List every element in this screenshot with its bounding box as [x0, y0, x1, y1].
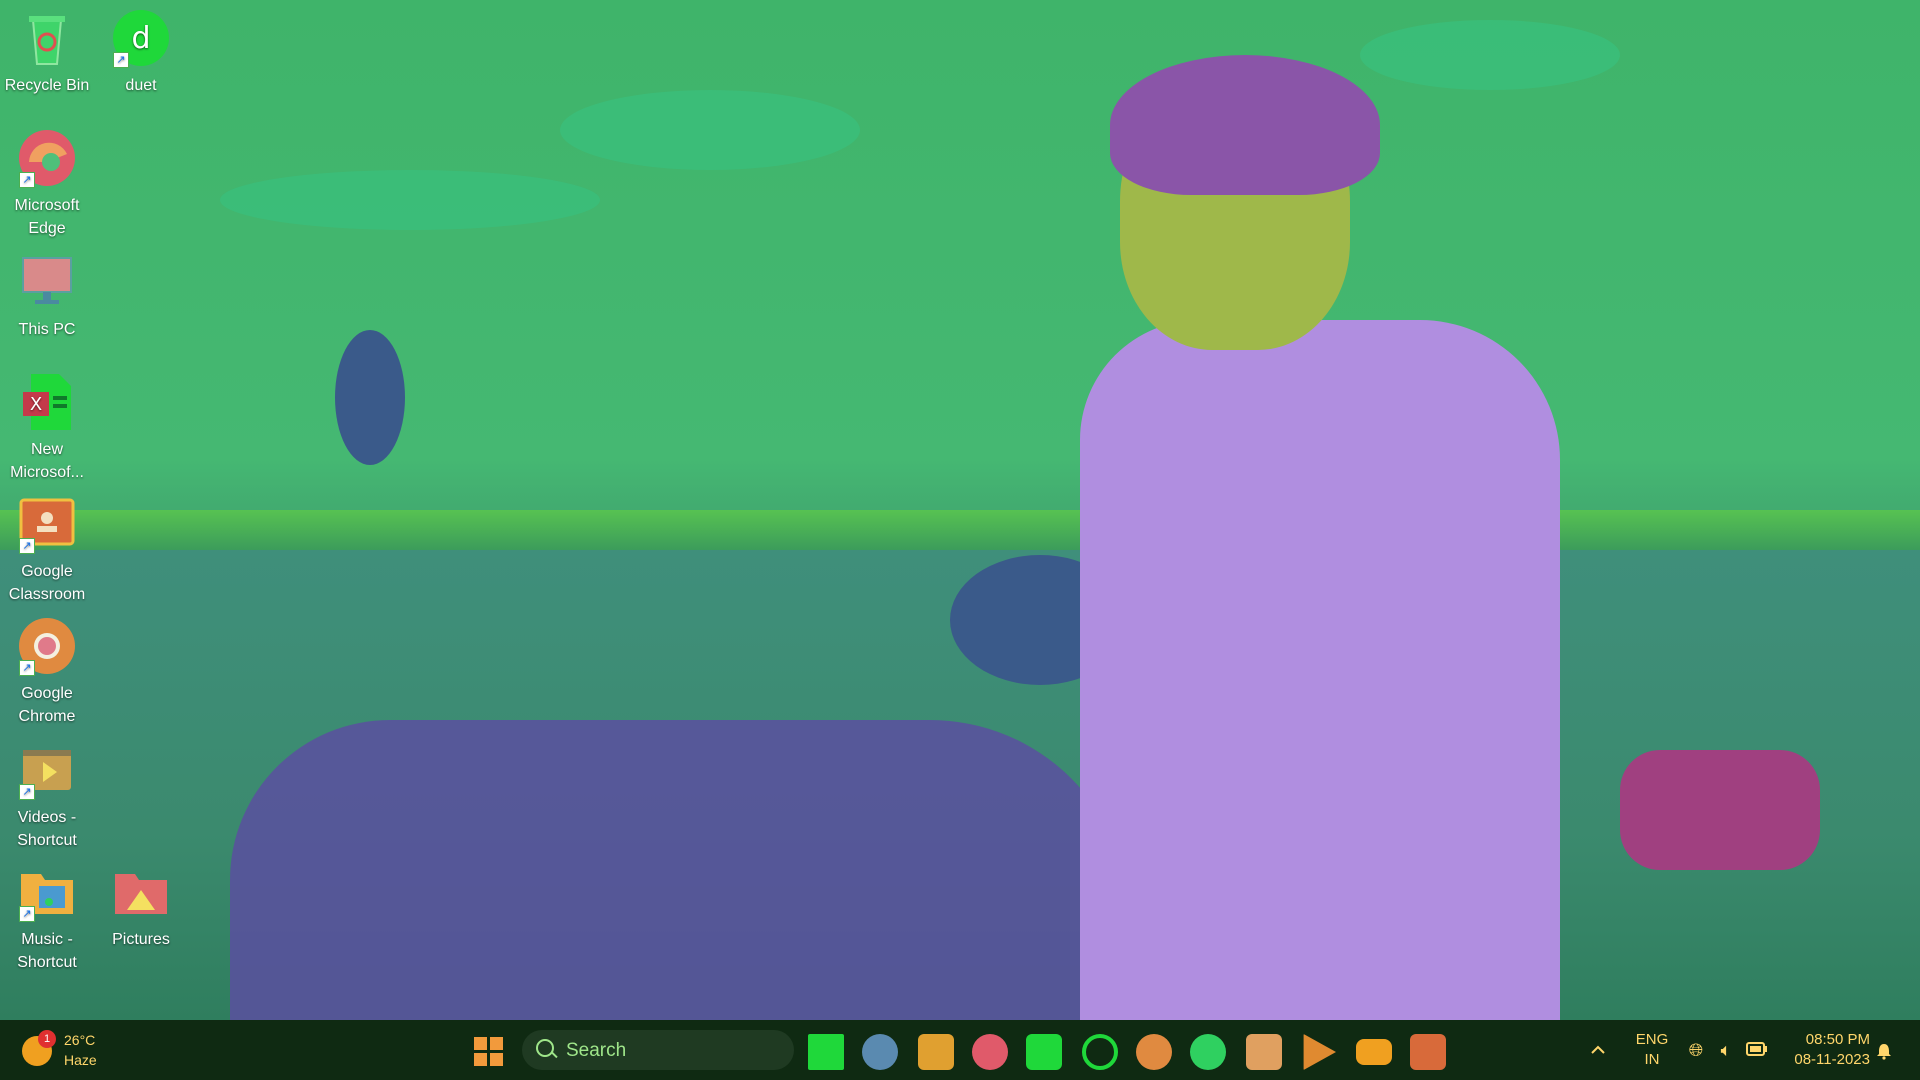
svg-text:X: X: [30, 394, 42, 415]
photos-icon[interactable]: [1082, 1034, 1118, 1070]
desktop-icon-microsoft-edge[interactable]: ↗ Microsoft Edge: [2, 128, 92, 240]
notification-bell-icon[interactable]: [1875, 1042, 1893, 1060]
desktop-icon-label: Music - Shortcut: [17, 931, 77, 971]
desktop-icon-duet[interactable]: d ↗ duet: [96, 8, 186, 97]
classroom-icon[interactable]: [1410, 1034, 1446, 1070]
clock-date: 08-11-2023: [1794, 1051, 1870, 1068]
shortcut-arrow-icon: ↗: [19, 906, 35, 922]
weather-temperature: 26°C: [64, 1032, 96, 1048]
whatsapp-icon[interactable]: [1190, 1034, 1226, 1070]
store-icon[interactable]: [1026, 1034, 1062, 1070]
instagram-icon[interactable]: [1246, 1034, 1282, 1070]
shortcut-arrow-icon: ↗: [19, 172, 35, 188]
show-hidden-icons-chevron-icon[interactable]: [1588, 1040, 1608, 1060]
pictures-folder-icon: [111, 862, 171, 922]
task-view-icon[interactable]: [808, 1034, 844, 1070]
desktop-icon-label: Videos - Shortcut: [17, 809, 77, 849]
edge-icon: ↗: [17, 128, 77, 188]
search-icon: [536, 1039, 554, 1057]
language-indicator[interactable]: ENG IN: [1630, 1030, 1674, 1070]
monitor-icon: [17, 252, 77, 312]
desktop-icon-new-excel[interactable]: X New Microsof...: [2, 372, 92, 484]
notification-badge: 1: [38, 1030, 56, 1048]
shortcut-arrow-icon: ↗: [19, 660, 35, 676]
desktop-icon-recycle-bin[interactable]: Recycle Bin: [2, 8, 92, 97]
desktop-icon-videos-shortcut[interactable]: ↗ Videos - Shortcut: [2, 740, 92, 852]
shortcut-arrow-icon: ↗: [113, 52, 129, 68]
network-globe-icon[interactable]: 🌐︎: [1686, 1040, 1706, 1060]
desktop-icon-label: Google Classroom: [8, 563, 86, 603]
desktop-icon-label: New Microsof...: [10, 441, 84, 481]
weather-widget[interactable]: 1 26°C Haze: [22, 1030, 132, 1072]
desktop-icon-label: duet: [125, 77, 157, 94]
language-region: IN: [1644, 1051, 1660, 1068]
chat-icon[interactable]: [862, 1034, 898, 1070]
desktop-wallpaper: [0, 0, 1920, 1020]
battery-icon[interactable]: [1746, 1040, 1767, 1060]
start-button[interactable]: [474, 1037, 504, 1067]
desktop-icon-label: Pictures: [112, 931, 170, 948]
shortcut-arrow-icon: ↗: [19, 784, 35, 800]
duet-app-icon: d ↗: [111, 8, 171, 68]
desktop-icon-this-pc[interactable]: This PC: [2, 252, 92, 341]
chrome-icon: ↗: [17, 616, 77, 676]
desktop-icon-label: Google Chrome: [18, 685, 76, 725]
desktop-icon-google-chrome[interactable]: ↗ Google Chrome: [2, 616, 92, 728]
windows-logo-icon: [474, 1037, 487, 1050]
desktop-icon-label: Microsoft Edge: [14, 197, 80, 237]
file-explorer-icon[interactable]: [918, 1034, 954, 1070]
excel-file-icon: X: [17, 372, 77, 432]
desktop-icon-music-shortcut[interactable]: ↗ Music - Shortcut: [2, 862, 92, 974]
edge-icon[interactable]: [972, 1034, 1008, 1070]
language-code: ENG: [1635, 1031, 1669, 1048]
videos-folder-icon: ↗: [17, 740, 77, 800]
svg-text:d: d: [131, 21, 150, 56]
youtube-icon[interactable]: [1356, 1039, 1392, 1065]
shortcut-arrow-icon: ↗: [19, 538, 35, 554]
taskbar-clock[interactable]: 08:50 PM 08-11-2023: [1780, 1030, 1870, 1070]
taskbar-search[interactable]: Search: [522, 1030, 794, 1070]
desktop-icon-pictures[interactable]: Pictures: [96, 862, 186, 951]
desktop-icon-google-classroom[interactable]: ↗ Google Classroom: [2, 494, 92, 606]
weather-condition: Haze: [64, 1052, 97, 1068]
desktop-icon-label: This PC: [18, 321, 76, 338]
search-placeholder: Search: [566, 1040, 627, 1061]
chrome-icon[interactable]: [1136, 1034, 1172, 1070]
classroom-icon: ↗: [17, 494, 77, 554]
music-folder-icon: ↗: [17, 862, 77, 922]
desktop-icon-label: Recycle Bin: [4, 77, 90, 94]
recycle-bin-icon: [17, 8, 77, 68]
volume-icon[interactable]: 🔈︎: [1716, 1040, 1736, 1060]
clock-time: 08:50 PM: [1805, 1031, 1870, 1048]
